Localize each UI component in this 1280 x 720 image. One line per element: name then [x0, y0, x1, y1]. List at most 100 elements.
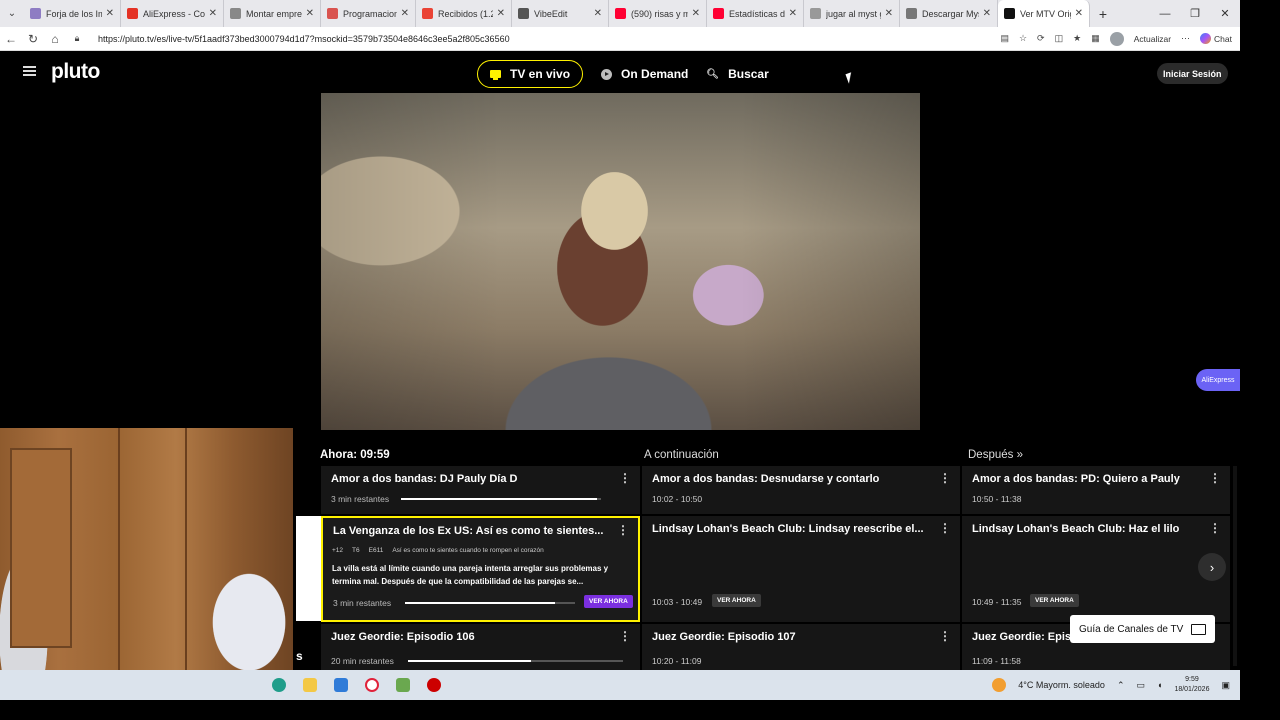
minimize-icon[interactable]: —: [1150, 0, 1180, 27]
tab-close-icon[interactable]: ✕: [1075, 8, 1083, 19]
favorites-icon[interactable]: ★: [1073, 33, 1081, 44]
tab-close-icon[interactable]: ✕: [401, 8, 409, 19]
split-screen-icon[interactable]: ◫: [1055, 33, 1064, 44]
kebab-menu-icon[interactable]: ⋮: [939, 471, 951, 485]
opera-icon[interactable]: [365, 678, 379, 692]
nav-on-demand[interactable]: On Demand: [601, 60, 688, 88]
channel-logo[interactable]: [296, 516, 321, 621]
guide-after-label: Después: [968, 449, 1014, 461]
collections-icon[interactable]: ▦: [1091, 33, 1100, 44]
weather-icon[interactable]: [992, 678, 1007, 692]
next-page-chevron-icon[interactable]: ›: [1198, 553, 1226, 581]
nav-live-tv[interactable]: TV en vivo: [477, 60, 584, 88]
tab-close-icon[interactable]: ✕: [209, 8, 217, 19]
browser-tab[interactable]: Descargar Myst T ✕: [900, 0, 998, 27]
program-title: Amor a dos bandas: DJ Pauly Día D: [331, 473, 518, 485]
file-explorer-icon[interactable]: [303, 678, 317, 692]
tab-close-icon[interactable]: ✕: [106, 8, 114, 19]
guide-cell-now-row2-selected[interactable]: La Venganza de los Ex US: Así es como te…: [321, 516, 640, 622]
kebab-menu-icon[interactable]: ⋮: [939, 629, 951, 643]
network-icon[interactable]: ▭: [1136, 680, 1145, 691]
video-shade: [321, 93, 920, 430]
browser-tab[interactable]: Estadísticas del vi ✕: [707, 0, 804, 27]
nav-search[interactable]: 🔍︎ Buscar: [706, 60, 768, 88]
kebab-menu-icon[interactable]: ⋮: [617, 523, 629, 537]
webcam-panel: [185, 428, 187, 687]
guide-cell-after-row1[interactable]: Amor a dos bandas: PD: Quiero a Pauly ⋮ …: [962, 466, 1230, 514]
double-chevron-icon[interactable]: »: [1017, 449, 1023, 461]
outer-border-bottom: [0, 700, 1280, 720]
hamburger-menu-icon[interactable]: [23, 66, 36, 76]
tab-close-icon[interactable]: ✕: [497, 8, 505, 19]
signin-button[interactable]: Iniciar Sesión: [1157, 63, 1228, 84]
tab-close-icon[interactable]: ✕: [306, 8, 314, 19]
store-icon[interactable]: [334, 678, 348, 692]
reload-icon[interactable]: ↻: [22, 32, 44, 46]
close-window-icon[interactable]: ✕: [1210, 0, 1240, 27]
tab-favicon-icon: [615, 8, 626, 19]
app-stack-icon[interactable]: [396, 678, 410, 692]
kebab-menu-icon[interactable]: ⋮: [1209, 471, 1221, 485]
update-button[interactable]: Actualizar: [1134, 34, 1171, 44]
new-tab-button[interactable]: +: [1090, 6, 1116, 22]
guide-cell-next-row3[interactable]: Juez Geordie: Episodio 107 ⋮ 10:20 - 11:…: [642, 624, 960, 670]
watch-now-button[interactable]: VER AHORA: [1030, 594, 1079, 607]
channel-logo[interactable]: s: [296, 623, 321, 670]
kebab-menu-icon[interactable]: ⋮: [619, 629, 631, 643]
browser-tab[interactable]: Recibidos (1.200) ✕: [416, 0, 512, 27]
volume-icon[interactable]: ◖: [1157, 680, 1162, 690]
tab-list-menu-icon[interactable]: ⌄: [0, 0, 24, 27]
watch-now-button[interactable]: VER AHORA: [584, 595, 633, 608]
favorite-star-icon[interactable]: ☆: [1019, 33, 1027, 44]
browser-tab[interactable]: Montar empresa - ✕: [224, 0, 321, 27]
channel-guide-button[interactable]: Guía de Canales de TV: [1070, 615, 1216, 643]
browser-tab[interactable]: VibeEdit ✕: [512, 0, 609, 27]
pluto-logo[interactable]: pluto: [51, 60, 100, 84]
progress-fill: [408, 660, 531, 662]
copilot-chat-button[interactable]: Chat: [1200, 33, 1232, 44]
weather-text[interactable]: 4°C Mayorm. soleado: [1018, 680, 1105, 690]
video-player[interactable]: [321, 93, 920, 430]
browser-tab[interactable]: AliExpress - Comp ✕: [121, 0, 224, 27]
browser-tab[interactable]: (590) risas y mas ✕: [609, 0, 707, 27]
back-icon[interactable]: ←: [0, 32, 22, 46]
recorder-icon[interactable]: [427, 678, 441, 692]
profile-avatar[interactable]: [1109, 31, 1124, 46]
episode-title: Así es como te sientes cuando te rompen …: [392, 547, 544, 554]
kebab-menu-icon[interactable]: ⋮: [619, 471, 631, 485]
edge-taskbar-icon[interactable]: [272, 678, 286, 692]
guide-cell-now-row1[interactable]: Amor a dos bandas: DJ Pauly Día D ⋮ 3 mi…: [321, 466, 640, 514]
tab-favicon-icon: [127, 8, 138, 19]
tab-close-icon[interactable]: ✕: [594, 8, 602, 19]
guide-cell-next-row1[interactable]: Amor a dos bandas: Desnudarse y contarlo…: [642, 466, 960, 514]
extensions-icon[interactable]: ⟳: [1037, 33, 1045, 44]
guide-cell-next-row2[interactable]: Lindsay Lohan's Beach Club: Lindsay rees…: [642, 516, 960, 622]
notifications-icon[interactable]: ▣: [1221, 680, 1230, 691]
browser-tab[interactable]: Programacion TV ✕: [321, 0, 416, 27]
browser-tab[interactable]: Forja de los Impe ✕: [24, 0, 121, 27]
browser-tab[interactable]: Ver MTV Orig ✕: [998, 0, 1090, 27]
guide-scrollbar[interactable]: [1233, 466, 1237, 666]
maximize-icon[interactable]: ❐: [1180, 0, 1210, 27]
kebab-menu-icon[interactable]: ⋮: [939, 521, 951, 535]
tab-close-icon[interactable]: ✕: [692, 8, 700, 19]
reader-icon[interactable]: ▤: [1000, 33, 1009, 44]
kebab-menu-icon[interactable]: ⋮: [1209, 521, 1221, 535]
aliexpress-extension-pill[interactable]: AliExpress: [1196, 369, 1240, 391]
more-icon[interactable]: ⋯: [1181, 33, 1190, 44]
watch-now-button[interactable]: VER AHORA: [712, 594, 761, 607]
url-field[interactable]: https://pluto.tv/es/live-tv/5f1aadf373be…: [98, 34, 1000, 44]
chevron-up-icon[interactable]: ⌃: [1117, 680, 1125, 691]
guide-cell-now-row3[interactable]: Juez Geordie: Episodio 106 ⋮ 20 min rest…: [321, 624, 640, 670]
browser-tab[interactable]: jugar al myst grat ✕: [804, 0, 900, 27]
program-title: Lindsay Lohan's Beach Club: Haz el lilo: [972, 523, 1180, 535]
lock-icon[interactable]: 🔒︎: [66, 33, 88, 44]
tab-close-icon[interactable]: ✕: [789, 8, 797, 19]
tab-close-icon[interactable]: ✕: [885, 8, 893, 19]
webcam-overlay: [0, 428, 293, 687]
guide-cell-after-row2[interactable]: Lindsay Lohan's Beach Club: Haz el lilo …: [962, 516, 1230, 622]
home-icon[interactable]: ⌂: [44, 32, 66, 46]
program-title: La Venganza de los Ex US: Así es como te…: [333, 525, 604, 537]
clock[interactable]: 9:59 18/01/2026: [1174, 675, 1209, 695]
tab-close-icon[interactable]: ✕: [983, 8, 991, 19]
